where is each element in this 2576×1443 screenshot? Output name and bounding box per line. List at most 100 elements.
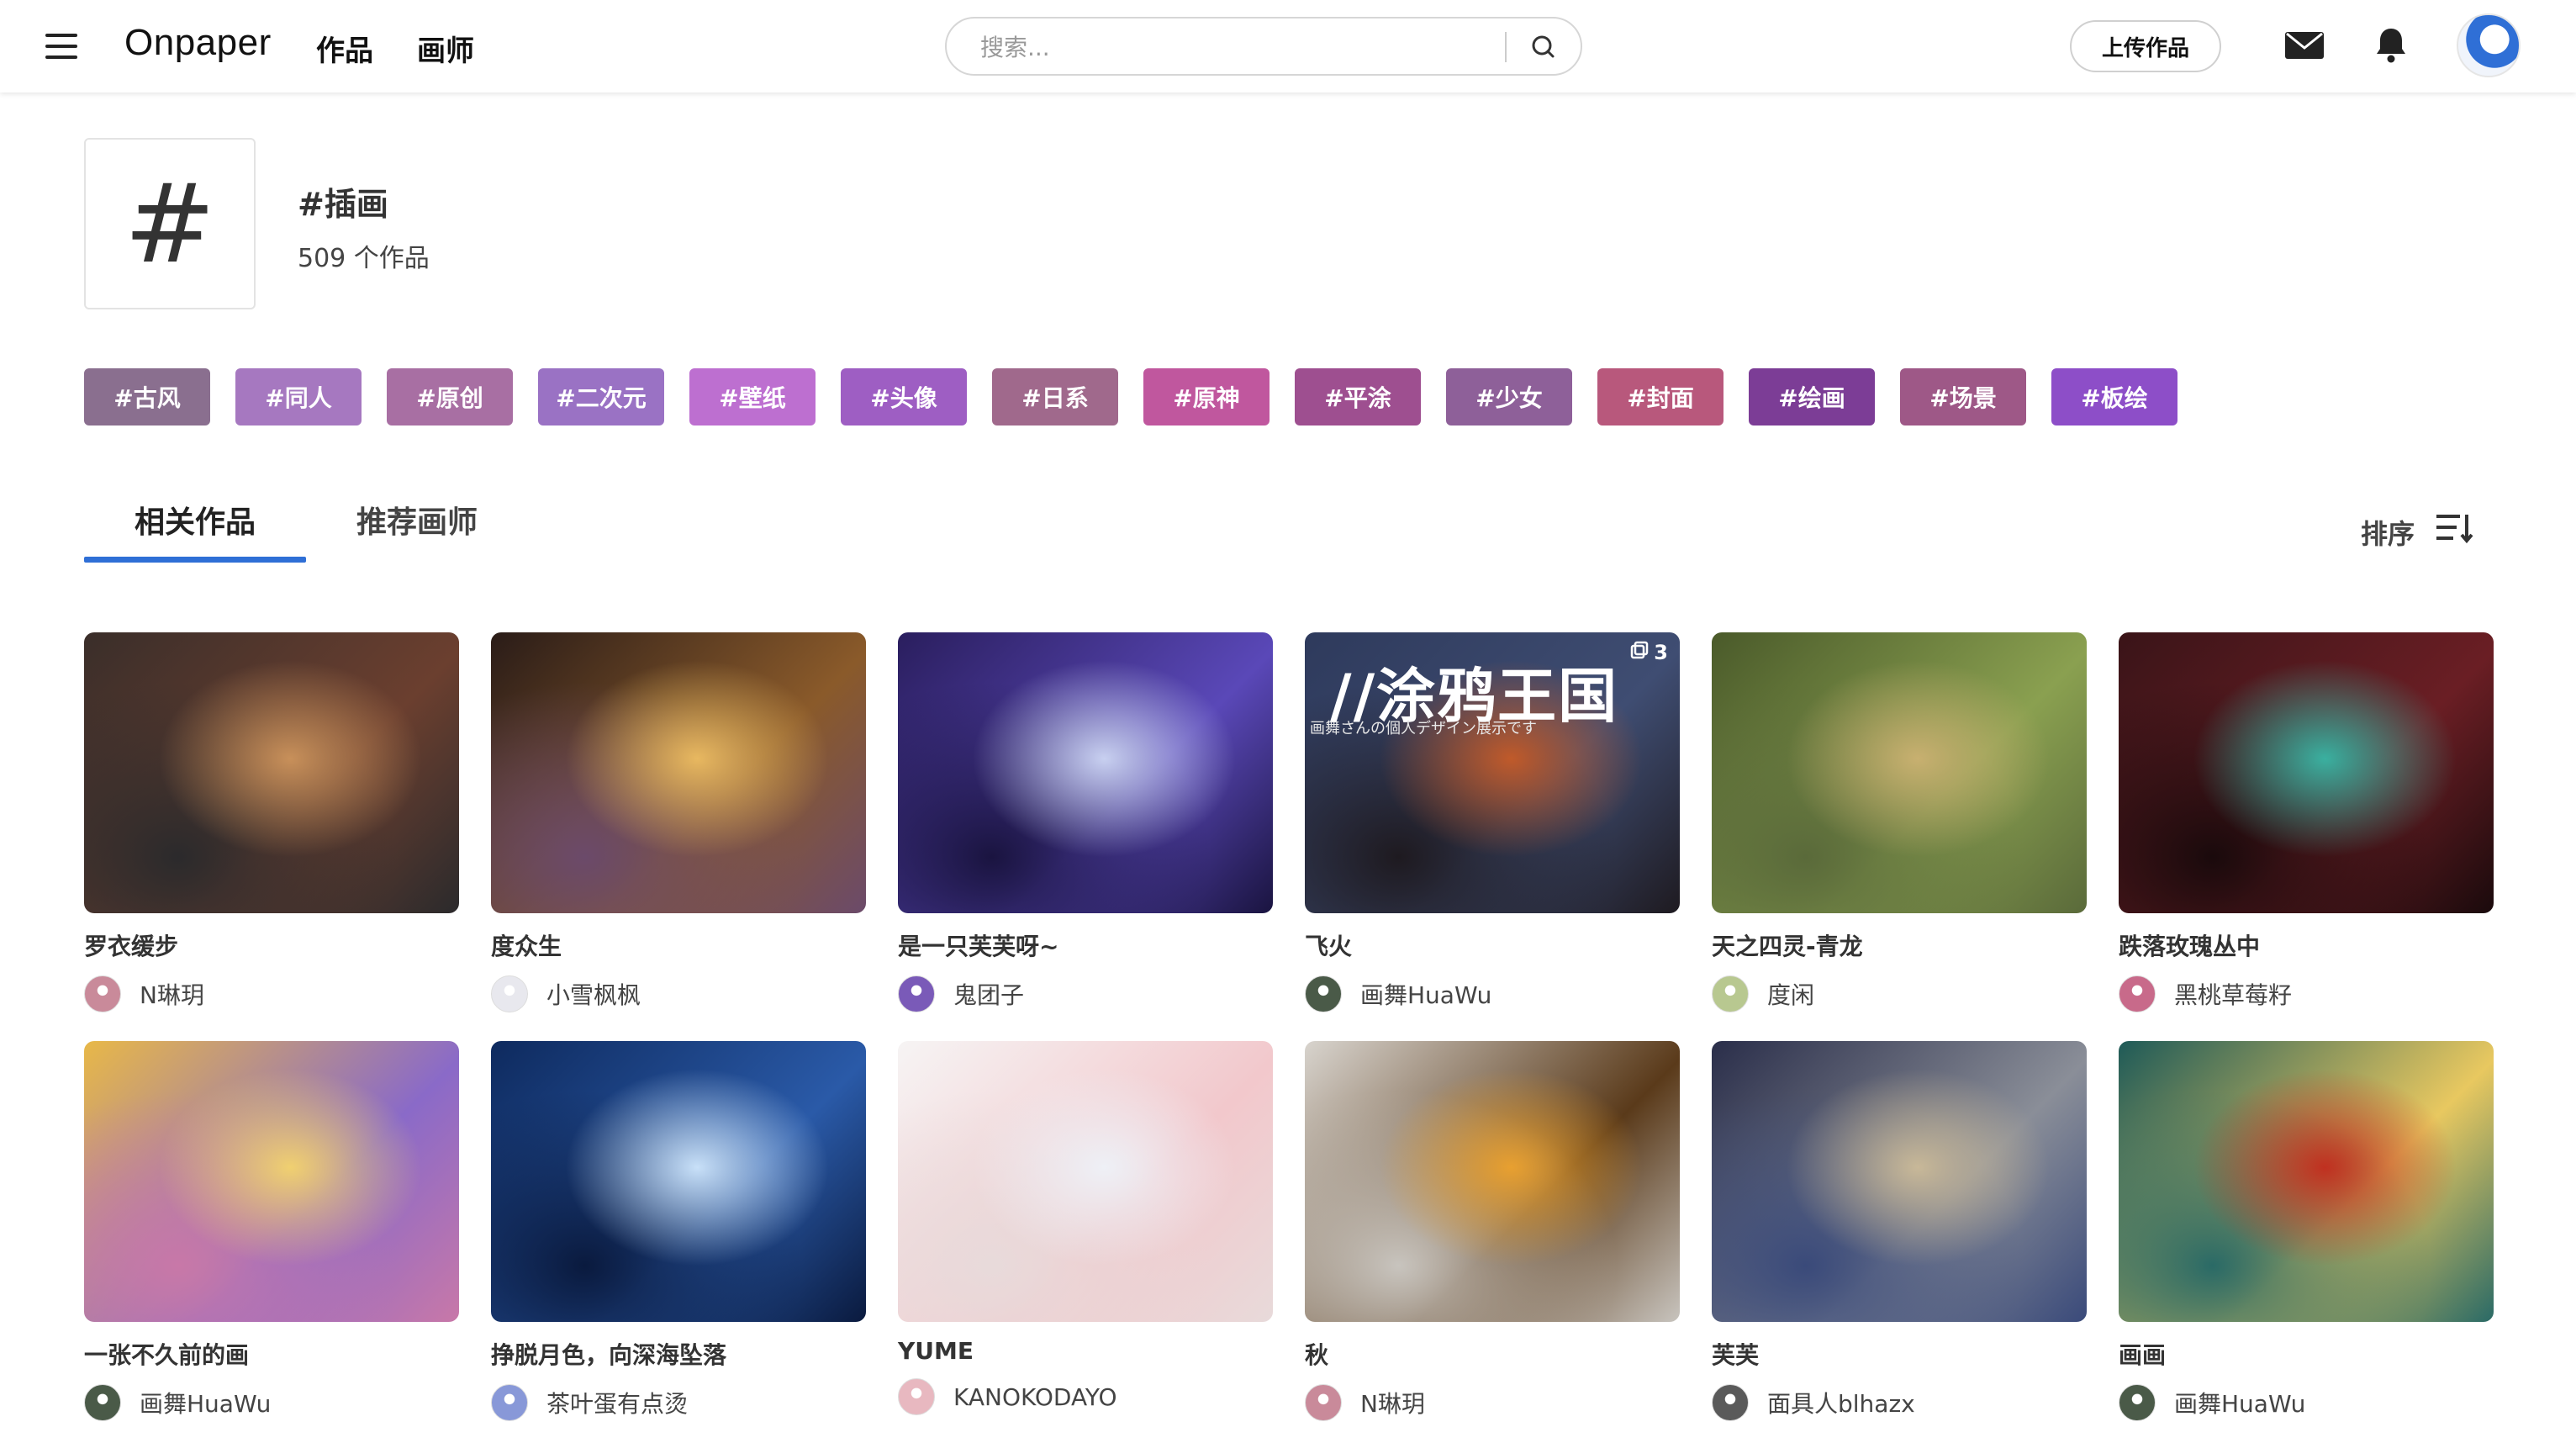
work-card[interactable]: 是一只芙芙呀~ 鬼团子	[898, 632, 1273, 1012]
tag-chip[interactable]: #原神	[1143, 368, 1270, 426]
nav-artists[interactable]: 画师	[417, 28, 474, 69]
work-card[interactable]: 画画画舞HuaWu	[2119, 1041, 2494, 1421]
author-avatar[interactable]	[1305, 1384, 1342, 1421]
author-name[interactable]: N琳玥	[140, 977, 204, 1011]
tag-chip[interactable]: #封面	[1597, 368, 1723, 426]
tag-chip[interactable]: #二次元	[538, 368, 664, 426]
work-thumbnail[interactable]	[2119, 632, 2494, 913]
tag-chip[interactable]: #日系	[992, 368, 1118, 426]
tab-related-works[interactable]: 相关作品	[135, 498, 256, 542]
author-name[interactable]: 鬼团子	[953, 977, 1024, 1011]
work-title[interactable]: 天之四灵-青龙	[1712, 928, 2087, 962]
tag-chip[interactable]: #少女	[1446, 368, 1572, 426]
work-title[interactable]: 罗衣缓步	[84, 928, 459, 962]
work-author[interactable]: KANOKODAYO	[898, 1378, 1273, 1415]
author-avatar[interactable]	[2119, 975, 2156, 1012]
tag-chip[interactable]: #同人	[235, 368, 362, 426]
work-thumbnail[interactable]	[2119, 1041, 2494, 1322]
tag-chip[interactable]: #壁纸	[689, 368, 816, 426]
sort-button[interactable]: 排序	[2361, 513, 2415, 552]
work-title[interactable]: 秋	[1305, 1337, 1680, 1371]
work-card[interactable]: 挣脱月色，向深海坠落茶叶蛋有点烫	[491, 1041, 866, 1421]
author-avatar[interactable]	[1712, 1384, 1749, 1421]
tag-chip[interactable]: #绘画	[1749, 368, 1875, 426]
work-thumbnail[interactable]: //涂鸦王国 画舞さんの個人デザイン展示です 3	[1305, 632, 1680, 913]
mail-icon[interactable]	[2283, 29, 2325, 62]
work-title[interactable]: 画画	[2119, 1337, 2494, 1371]
tag-chip[interactable]: #场景	[1900, 368, 2026, 426]
upload-button[interactable]: 上传作品	[2070, 20, 2221, 72]
work-author[interactable]: 鬼团子	[898, 975, 1273, 1012]
author-avatar[interactable]	[1305, 975, 1342, 1012]
work-author[interactable]: 画舞HuaWu	[84, 1384, 459, 1421]
work-card[interactable]: 一张不久前的画画舞HuaWu	[84, 1041, 459, 1421]
work-title[interactable]: 挣脱月色，向深海坠落	[491, 1337, 866, 1371]
user-avatar[interactable]	[2457, 13, 2521, 77]
author-name[interactable]: 茶叶蛋有点烫	[546, 1386, 688, 1419]
work-author[interactable]: 茶叶蛋有点烫	[491, 1384, 866, 1421]
tag-chip[interactable]: #古风	[84, 368, 210, 426]
site-logo[interactable]: Onpaper	[124, 22, 272, 64]
work-title[interactable]: 是一只芙芙呀~	[898, 928, 1273, 962]
work-author[interactable]: 小雪枫枫	[491, 975, 866, 1012]
work-card[interactable]: 天之四灵-青龙度闲	[1712, 632, 2087, 1012]
work-card[interactable]: YUME KANOKODAYO	[898, 1041, 1273, 1415]
work-card[interactable]: 度众生小雪枫枫	[491, 632, 866, 1012]
author-name[interactable]: 画舞HuaWu	[1360, 977, 1491, 1011]
author-name[interactable]: 面具人blhazx	[1767, 1386, 1915, 1419]
work-author[interactable]: 度闲	[1712, 975, 2087, 1012]
work-card[interactable]: 秋 N琳玥	[1305, 1041, 1680, 1421]
work-card[interactable]: //涂鸦王国 画舞さんの個人デザイン展示です 3 飞火画舞HuaWu	[1305, 632, 1680, 1012]
work-thumbnail[interactable]	[84, 632, 459, 913]
author-name[interactable]: 画舞HuaWu	[2174, 1386, 2305, 1419]
author-avatar[interactable]	[491, 1384, 528, 1421]
nav-works[interactable]: 作品	[316, 28, 373, 69]
author-name[interactable]: N琳玥	[1360, 1386, 1425, 1419]
sort-icon[interactable]	[2435, 511, 2473, 545]
work-card[interactable]: 罗衣缓步 N琳玥	[84, 632, 459, 1012]
author-avatar[interactable]	[898, 975, 935, 1012]
search-icon[interactable]	[1527, 30, 1560, 64]
tag-chip[interactable]: #平涂	[1295, 368, 1421, 426]
work-thumbnail[interactable]	[1712, 1041, 2087, 1322]
work-author[interactable]: 面具人blhazx	[1712, 1384, 2087, 1421]
work-title[interactable]: 一张不久前的画	[84, 1337, 459, 1371]
work-card[interactable]: 跌落玫瑰丛中黑桃草莓籽	[2119, 632, 2494, 1012]
tag-chip[interactable]: #原创	[387, 368, 513, 426]
author-avatar[interactable]	[1712, 975, 1749, 1012]
work-title[interactable]: 芙芙	[1712, 1337, 2087, 1371]
work-author[interactable]: 画舞HuaWu	[2119, 1384, 2494, 1421]
author-avatar[interactable]	[84, 975, 121, 1012]
work-thumbnail[interactable]	[898, 1041, 1273, 1322]
work-thumbnail[interactable]	[84, 1041, 459, 1322]
author-name[interactable]: 度闲	[1767, 977, 1814, 1011]
author-avatar[interactable]	[2119, 1384, 2156, 1421]
work-title[interactable]: 飞火	[1305, 928, 1680, 962]
author-avatar[interactable]	[491, 975, 528, 1012]
work-thumbnail[interactable]	[1712, 632, 2087, 913]
bell-icon[interactable]	[2374, 25, 2408, 64]
work-title[interactable]: 跌落玫瑰丛中	[2119, 928, 2494, 962]
work-author[interactable]: 黑桃草莓籽	[2119, 975, 2494, 1012]
work-thumbnail[interactable]	[898, 632, 1273, 913]
author-name[interactable]: 黑桃草莓籽	[2174, 977, 2292, 1011]
work-thumbnail[interactable]	[491, 632, 866, 913]
tag-chip[interactable]: #头像	[841, 368, 967, 426]
search-input[interactable]	[980, 29, 1502, 66]
author-name[interactable]: 小雪枫枫	[546, 977, 641, 1011]
work-author[interactable]: N琳玥	[84, 975, 459, 1012]
work-card[interactable]: 芙芙面具人blhazx	[1712, 1041, 2087, 1421]
author-avatar[interactable]	[898, 1378, 935, 1415]
author-name[interactable]: 画舞HuaWu	[140, 1386, 271, 1419]
work-author[interactable]: 画舞HuaWu	[1305, 975, 1680, 1012]
work-title[interactable]: 度众生	[491, 928, 866, 962]
tag-chip[interactable]: #板绘	[2051, 368, 2177, 426]
author-avatar[interactable]	[84, 1384, 121, 1421]
work-title[interactable]: YUME	[898, 1337, 1273, 1365]
work-thumbnail[interactable]	[491, 1041, 866, 1322]
work-author[interactable]: N琳玥	[1305, 1384, 1680, 1421]
tab-recommended-artists[interactable]: 推荐画师	[356, 498, 478, 542]
author-name[interactable]: KANOKODAYO	[953, 1383, 1117, 1411]
work-thumbnail[interactable]	[1305, 1041, 1680, 1322]
menu-icon[interactable]	[45, 34, 79, 59]
